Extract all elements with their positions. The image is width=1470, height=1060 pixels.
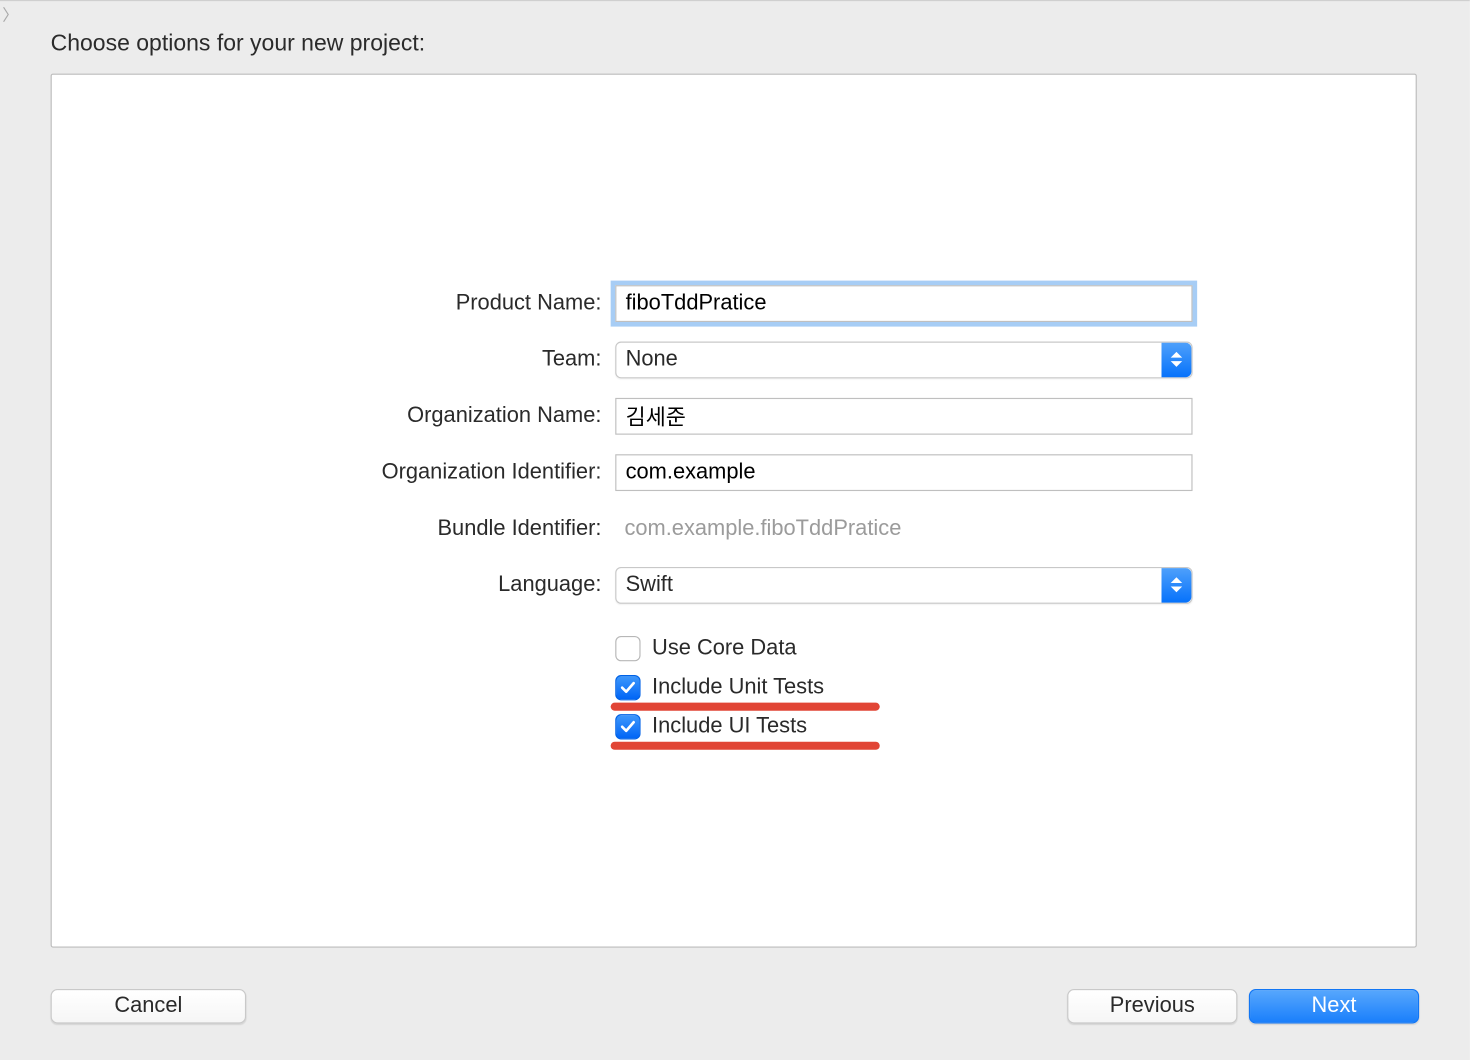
include-ui-tests-label: Include UI Tests (652, 714, 807, 739)
team-value: None (626, 347, 678, 372)
cancel-button[interactable]: Cancel (51, 989, 247, 1024)
row-team: Team: None (52, 331, 1416, 387)
product-name-field[interactable] (615, 285, 1192, 322)
next-button[interactable]: Next (1249, 989, 1419, 1024)
options-panel: Product Name: Team: None Organization Na… (51, 74, 1417, 948)
label-team: Team: (52, 347, 616, 372)
use-core-data-label: Use Core Data (652, 636, 797, 661)
footer-buttons: Cancel Previous Next (51, 984, 1420, 1023)
project-options-form: Product Name: Team: None Organization Na… (52, 275, 1416, 746)
updown-icon (1162, 342, 1192, 377)
label-org-name: Organization Name: (52, 403, 616, 428)
label-product-name: Product Name: (52, 290, 616, 315)
organization-name-field[interactable] (615, 397, 1192, 434)
include-ui-tests-checkbox[interactable] (615, 714, 640, 739)
new-project-options-sheet: 〉 Choose options for your new project: P… (0, 0, 1470, 1060)
sheet-title: Choose options for your new project: (51, 31, 426, 57)
row-bundle-identifier: Bundle Identifier: com.example.fiboTddPr… (52, 500, 1416, 556)
cancel-button-label: Cancel (114, 994, 182, 1019)
label-bundle-identifier: Bundle Identifier: (52, 516, 616, 541)
row-use-core-data: Use Core Data (52, 629, 1416, 668)
row-product-name: Product Name: (52, 275, 1416, 331)
use-core-data-checkbox[interactable] (615, 636, 640, 661)
chevron-right-icon: 〉 (2, 3, 16, 24)
include-unit-tests-checkbox[interactable] (615, 675, 640, 700)
row-include-unit-tests: Include Unit Tests (52, 668, 1416, 707)
annotation-underline (611, 742, 880, 750)
language-popup[interactable]: Swift (615, 566, 1192, 603)
bundle-identifier-value: com.example.fiboTddPratice (615, 516, 901, 541)
updown-icon (1162, 568, 1192, 603)
label-language: Language: (52, 572, 616, 597)
next-button-label: Next (1312, 994, 1357, 1019)
label-org-identifier: Organization Identifier: (52, 459, 616, 484)
organization-identifier-field[interactable] (615, 454, 1192, 491)
checkmark-icon (620, 680, 636, 696)
checkmark-icon (620, 719, 636, 735)
row-include-ui-tests: Include UI Tests (52, 707, 1416, 746)
include-unit-tests-label: Include Unit Tests (652, 675, 824, 700)
previous-button[interactable]: Previous (1067, 989, 1237, 1024)
row-language: Language: Swift (52, 557, 1416, 613)
row-org-identifier: Organization Identifier: (52, 444, 1416, 500)
row-org-name: Organization Name: (52, 388, 1416, 444)
team-popup[interactable]: None (615, 341, 1192, 378)
previous-button-label: Previous (1110, 994, 1195, 1019)
language-value: Swift (626, 572, 673, 597)
